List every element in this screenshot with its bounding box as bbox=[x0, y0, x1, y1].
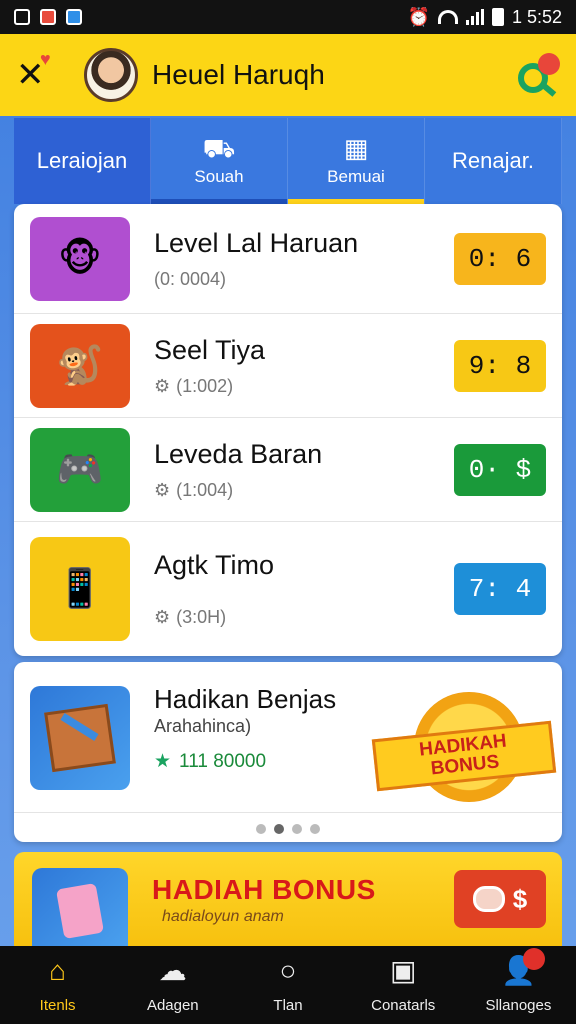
carousel-dot-active[interactable] bbox=[274, 824, 284, 834]
tab-souah[interactable]: ⛟ Souah bbox=[151, 118, 288, 204]
home-icon: ⌂ bbox=[49, 954, 67, 986]
quest-list: 🐵 Level Lal Haruan (0: 0004) 0: 6 🐒 Seel… bbox=[14, 204, 562, 656]
price-button[interactable]: 9: 8 bbox=[454, 339, 546, 392]
tab-renajar[interactable]: Renajar. bbox=[425, 118, 562, 204]
gear-icon: ⚙ bbox=[154, 375, 171, 396]
mail-icon bbox=[40, 9, 56, 25]
chat-icon bbox=[472, 886, 505, 912]
clock: 1 5:52 bbox=[511, 6, 562, 27]
avatar[interactable] bbox=[84, 48, 138, 102]
monkey-icon: 🐒 bbox=[30, 323, 130, 408]
nav-item-settings[interactable]: 👤 Sllanoges bbox=[461, 946, 576, 1024]
promo-title: HADIAH BONUS bbox=[152, 874, 376, 905]
carousel-dots[interactable] bbox=[14, 824, 562, 834]
box-icon: ▦ bbox=[343, 133, 369, 163]
bonus-title: Hadikan Benjas bbox=[154, 684, 337, 714]
list-item[interactable]: 🎮 Leveda Baran ⚙ (1:004) 0· $ bbox=[14, 418, 562, 522]
tab-bemuai[interactable]: ▦ Bemuai bbox=[288, 118, 425, 204]
cart-icon: ⛟ bbox=[202, 133, 236, 163]
app-header: ✕ ♥ Heuel Haruqh bbox=[0, 34, 576, 116]
gear-icon: ⚙ bbox=[154, 479, 171, 500]
carousel-dot[interactable] bbox=[310, 824, 320, 834]
signal-icon bbox=[465, 9, 484, 25]
monkey-icon: 🐵 bbox=[30, 216, 130, 301]
heart-icon: ♥ bbox=[40, 49, 51, 69]
bonus-card[interactable]: Hadikan Benjas Arahahinca) ★ 111 80000 HA… bbox=[14, 662, 562, 842]
circle-icon: ○ bbox=[279, 954, 297, 986]
close-icon[interactable]: ✕ ♥ bbox=[16, 49, 56, 95]
window-icon: ▣ bbox=[389, 954, 417, 986]
gear-icon: ⚙ bbox=[154, 607, 171, 627]
crate-icon bbox=[30, 686, 130, 790]
carousel-dot[interactable] bbox=[292, 824, 302, 834]
tab-leraiojan[interactable]: Leraiojan bbox=[14, 118, 151, 204]
promo-banner[interactable]: HADIAH BONUS hadialoyun anam $ bbox=[14, 852, 562, 946]
price-button[interactable]: 0: 6 bbox=[454, 232, 546, 285]
bonus-subtitle: Arahahinca) bbox=[154, 716, 252, 736]
page-title: Heuel Haruqh bbox=[152, 59, 325, 90]
star-icon: ★ bbox=[154, 751, 172, 772]
photo-icon bbox=[66, 9, 82, 25]
list-item[interactable]: 🐵 Level Lal Haruan (0: 0004) 0: 6 bbox=[14, 204, 562, 314]
notification-badge bbox=[522, 948, 545, 970]
carousel-dot[interactable] bbox=[256, 824, 266, 834]
nav-item-contacts[interactable]: ▣ Conatarls bbox=[346, 946, 461, 1024]
notification-badge bbox=[538, 53, 560, 75]
list-item[interactable]: 🐒 Seel Tiya ⚙ (1:002) 9: 8 bbox=[14, 314, 562, 418]
bottom-nav: ⌂ Itenls ☁ Adagen ○ Tlan ▣ Conatarls 👤 S… bbox=[0, 946, 576, 1024]
alarm-icon: ⏰ bbox=[407, 6, 430, 27]
gift-icon bbox=[32, 868, 128, 946]
promo-button[interactable]: $ bbox=[454, 870, 546, 928]
price-button[interactable]: 0· $ bbox=[454, 443, 546, 496]
wifi-icon bbox=[437, 10, 458, 24]
search-icon[interactable] bbox=[516, 53, 560, 97]
bonus-badge: HADIKAH BONUS bbox=[371, 682, 557, 802]
nav-item-adagen[interactable]: ☁ Adagen bbox=[115, 946, 230, 1024]
promo-subtitle: hadialoyun anam bbox=[162, 908, 284, 925]
phone-icon: 📱 bbox=[30, 537, 130, 641]
nav-item-home[interactable]: ⌂ Itenls bbox=[0, 946, 115, 1024]
bonus-points: ★ 111 80000 bbox=[154, 751, 267, 772]
status-bar: ⏰ 1 5:52 bbox=[0, 0, 576, 34]
price-button[interactable]: 7: 4 bbox=[454, 563, 546, 615]
chef-hat-icon: ☁ bbox=[158, 954, 187, 986]
notification-icon bbox=[14, 9, 30, 25]
nav-item-tlan[interactable]: ○ Tlan bbox=[230, 946, 345, 1024]
list-item[interactable]: 📱 Agtk Timo ⚙ (3:0H) 7: 4 bbox=[14, 522, 562, 656]
game-board-icon: 🎮 bbox=[30, 427, 130, 512]
battery-icon bbox=[491, 8, 504, 26]
tab-bar: Leraiojan ⛟ Souah ▦ Bemuai Renajar. bbox=[14, 118, 562, 204]
